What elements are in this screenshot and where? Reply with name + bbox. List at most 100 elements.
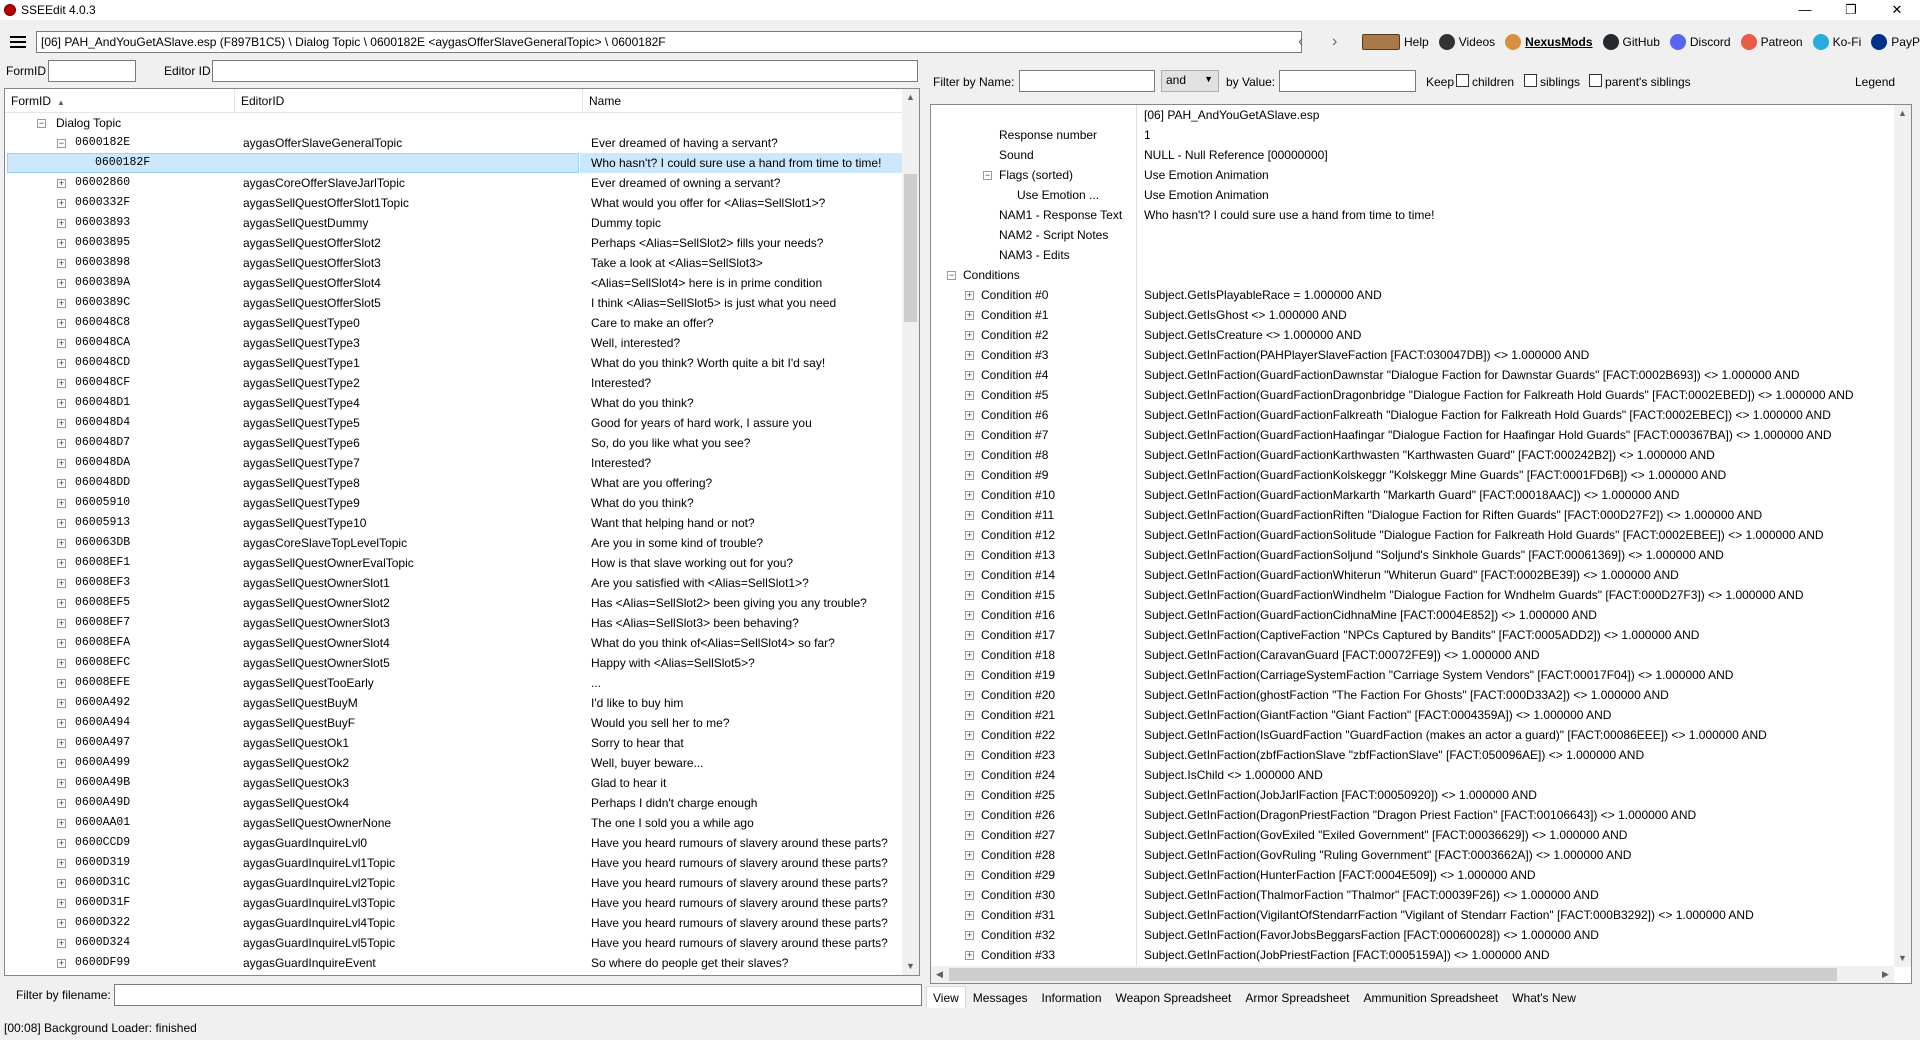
expand-icon[interactable]: + xyxy=(57,919,66,928)
expand-icon[interactable]: + xyxy=(57,759,66,768)
filter-name-input[interactable] xyxy=(1019,70,1155,92)
tab-weapon-spreadsheet[interactable]: Weapon Spreadsheet xyxy=(1109,986,1239,1008)
link-kofi[interactable]: Ko-Fi xyxy=(1812,34,1861,50)
expand-icon[interactable]: + xyxy=(57,679,66,688)
expand-icon[interactable]: + xyxy=(57,299,66,308)
expand-icon[interactable]: + xyxy=(965,531,974,540)
condition-row[interactable]: + Condition #0 Subject.GetIsPlayableRace =… xyxy=(931,285,1896,305)
table-row[interactable]: +06005913 aygasSellQuestType10 Want that h… xyxy=(5,513,902,533)
expand-icon[interactable]: + xyxy=(57,259,66,268)
expand-icon[interactable]: + xyxy=(57,899,66,908)
condition-row[interactable]: + Condition #20 Subject.GetInFaction(ghost… xyxy=(931,685,1896,705)
expand-icon[interactable]: + xyxy=(57,319,66,328)
expand-icon[interactable]: + xyxy=(965,831,974,840)
tab-armor-spreadsheet[interactable]: Armor Spreadsheet xyxy=(1238,986,1356,1008)
expand-icon[interactable]: + xyxy=(965,731,974,740)
expand-icon[interactable]: + xyxy=(965,391,974,400)
condition-row[interactable]: + Condition #25 Subject.GetInFaction(JobJa… xyxy=(931,785,1896,805)
condition-row[interactable]: + Condition #5 Subject.GetInFaction(GuardF… xyxy=(931,385,1896,405)
table-row[interactable]: +060048CD aygasSellQuestType1 What do you … xyxy=(5,353,902,373)
expand-icon[interactable]: + xyxy=(57,179,66,188)
condition-row[interactable]: + Condition #14 Subject.GetInFaction(Guard… xyxy=(931,565,1896,585)
scroll-thumb[interactable] xyxy=(904,174,917,322)
menu-icon[interactable] xyxy=(10,36,26,48)
expand-icon[interactable]: + xyxy=(965,751,974,760)
condition-row[interactable]: + Condition #28 Subject.GetInFaction(GovRu… xyxy=(931,845,1896,865)
field-row[interactable]: NAM3 - Edits xyxy=(931,245,1896,265)
horizontal-scroll-thumb[interactable] xyxy=(949,968,1837,981)
condition-row[interactable]: + Condition #31 Subject.GetInFaction(Vigil… xyxy=(931,905,1896,925)
expand-icon[interactable]: + xyxy=(965,811,974,820)
table-row[interactable]: +06008EFE aygasSellQuestTooEarly... xyxy=(5,673,902,693)
expand-icon[interactable]: + xyxy=(57,579,66,588)
condition-row[interactable]: + Condition #26 Subject.GetInFaction(Drago… xyxy=(931,805,1896,825)
table-row[interactable]: +0600A494 aygasSellQuestBuyF Would you sel… xyxy=(5,713,902,733)
expand-icon[interactable]: + xyxy=(965,891,974,900)
tab-information[interactable]: Information xyxy=(1035,986,1109,1008)
table-row[interactable]: +0600A492 aygasSellQuestBuyM I'd like to b… xyxy=(5,693,902,713)
link-nexusmods[interactable]: NexusMods xyxy=(1505,34,1593,50)
expand-icon[interactable]: + xyxy=(57,959,66,968)
expand-icon[interactable]: + xyxy=(965,331,974,340)
condition-row[interactable]: + Condition #3 Subject.GetInFaction(PAHPla… xyxy=(931,345,1896,365)
expand-icon[interactable]: + xyxy=(57,559,66,568)
expand-icon[interactable]: + xyxy=(57,659,66,668)
table-row[interactable]: +0600A49D aygasSellQuestOk4 Perhaps I didn… xyxy=(5,793,902,813)
expand-icon[interactable]: + xyxy=(965,631,974,640)
filter-value-input[interactable] xyxy=(1279,70,1416,92)
condition-row[interactable]: + Condition #7 Subject.GetInFaction(GuardF… xyxy=(931,425,1896,445)
condition-row[interactable]: + Condition #15 Subject.GetInFaction(Guard… xyxy=(931,585,1896,605)
expand-icon[interactable]: + xyxy=(57,339,66,348)
condition-row[interactable]: + Condition #9 Subject.GetInFaction(GuardF… xyxy=(931,465,1896,485)
link-help[interactable]: Help xyxy=(1362,34,1429,50)
expand-icon[interactable]: + xyxy=(57,639,66,648)
table-row[interactable]: +0600D319 aygasGuardInquireLvl1Topic Have … xyxy=(5,853,902,873)
expand-icon[interactable]: + xyxy=(57,739,66,748)
expand-icon[interactable]: + xyxy=(965,571,974,580)
expand-icon[interactable]: + xyxy=(57,279,66,288)
condition-row[interactable]: + Condition #22 Subject.GetInFaction(IsGua… xyxy=(931,725,1896,745)
expand-icon[interactable]: + xyxy=(965,651,974,660)
legend-button[interactable]: Legend xyxy=(1855,75,1895,89)
table-row[interactable]: +0600389A aygasSellQuestOfferSlot4 <Alias=… xyxy=(5,273,902,293)
table-row[interactable]: +0600D31C aygasGuardInquireLvl2Topic Have … xyxy=(5,873,902,893)
expand-icon[interactable]: + xyxy=(57,799,66,808)
tree-group-row[interactable]: − Dialog Topic xyxy=(5,113,902,133)
link-github[interactable]: GitHub xyxy=(1602,34,1660,50)
table-row[interactable]: +06008EF3 aygasSellQuestOwnerSlot1 Are you… xyxy=(5,573,902,593)
expand-icon[interactable]: + xyxy=(965,431,974,440)
expand-icon[interactable]: + xyxy=(965,771,974,780)
link-paypal[interactable]: PayPal xyxy=(1871,34,1920,50)
table-row[interactable]: +06008EF5 aygasSellQuestOwnerSlot2 Has <Al… xyxy=(5,593,902,613)
condition-row[interactable]: + Condition #32 Subject.GetInFaction(Favor… xyxy=(931,925,1896,945)
expand-icon[interactable]: + xyxy=(965,591,974,600)
expand-icon[interactable]: + xyxy=(965,611,974,620)
expand-icon[interactable]: + xyxy=(965,491,974,500)
table-row[interactable]: +0600A497 aygasSellQuestOk1 Sorry to hear … xyxy=(5,733,902,753)
condition-row[interactable]: + Condition #2 Subject.GetIsCreature <> 1.… xyxy=(931,325,1896,345)
condition-row[interactable]: + Condition #12 Subject.GetInFaction(Guard… xyxy=(931,525,1896,545)
condition-row[interactable]: + Condition #1 Subject.GetIsGhost <> 1.000… xyxy=(931,305,1896,325)
expand-icon[interactable]: + xyxy=(57,779,66,788)
expand-icon[interactable]: + xyxy=(57,539,66,548)
back-arrow-icon[interactable]: ‹ xyxy=(1298,33,1303,51)
link-videos[interactable]: Videos xyxy=(1438,34,1495,50)
table-row[interactable]: +06008EFC aygasSellQuestOwnerSlot5 Happy w… xyxy=(5,653,902,673)
expand-icon[interactable]: + xyxy=(965,931,974,940)
expand-icon[interactable]: + xyxy=(965,911,974,920)
expand-icon[interactable]: + xyxy=(57,879,66,888)
expand-icon[interactable]: + xyxy=(57,219,66,228)
table-row[interactable]: +0600D31F aygasGuardInquireLvl3Topic Have … xyxy=(5,893,902,913)
collapse-icon[interactable]: − xyxy=(947,271,956,280)
table-row[interactable]: +0600A499 aygasSellQuestOk2 Well, buyer be… xyxy=(5,753,902,773)
expand-icon[interactable]: + xyxy=(57,359,66,368)
expand-icon[interactable]: + xyxy=(965,871,974,880)
field-row[interactable]: NAM2 - Script Notes xyxy=(931,225,1896,245)
minimize-button[interactable]: — xyxy=(1782,0,1828,20)
collapse-icon[interactable]: − xyxy=(57,139,66,148)
table-row[interactable]: +060048CA aygasSellQuestType3 Well, intere… xyxy=(5,333,902,353)
condition-row[interactable]: + Condition #13 Subject.GetInFaction(Guard… xyxy=(931,545,1896,565)
condition-row[interactable]: + Condition #29 Subject.GetInFaction(Hunte… xyxy=(931,865,1896,885)
expand-icon[interactable]: + xyxy=(965,791,974,800)
table-row[interactable]: −0600182E aygasOfferSlaveGeneralTopic Ever… xyxy=(5,133,902,153)
